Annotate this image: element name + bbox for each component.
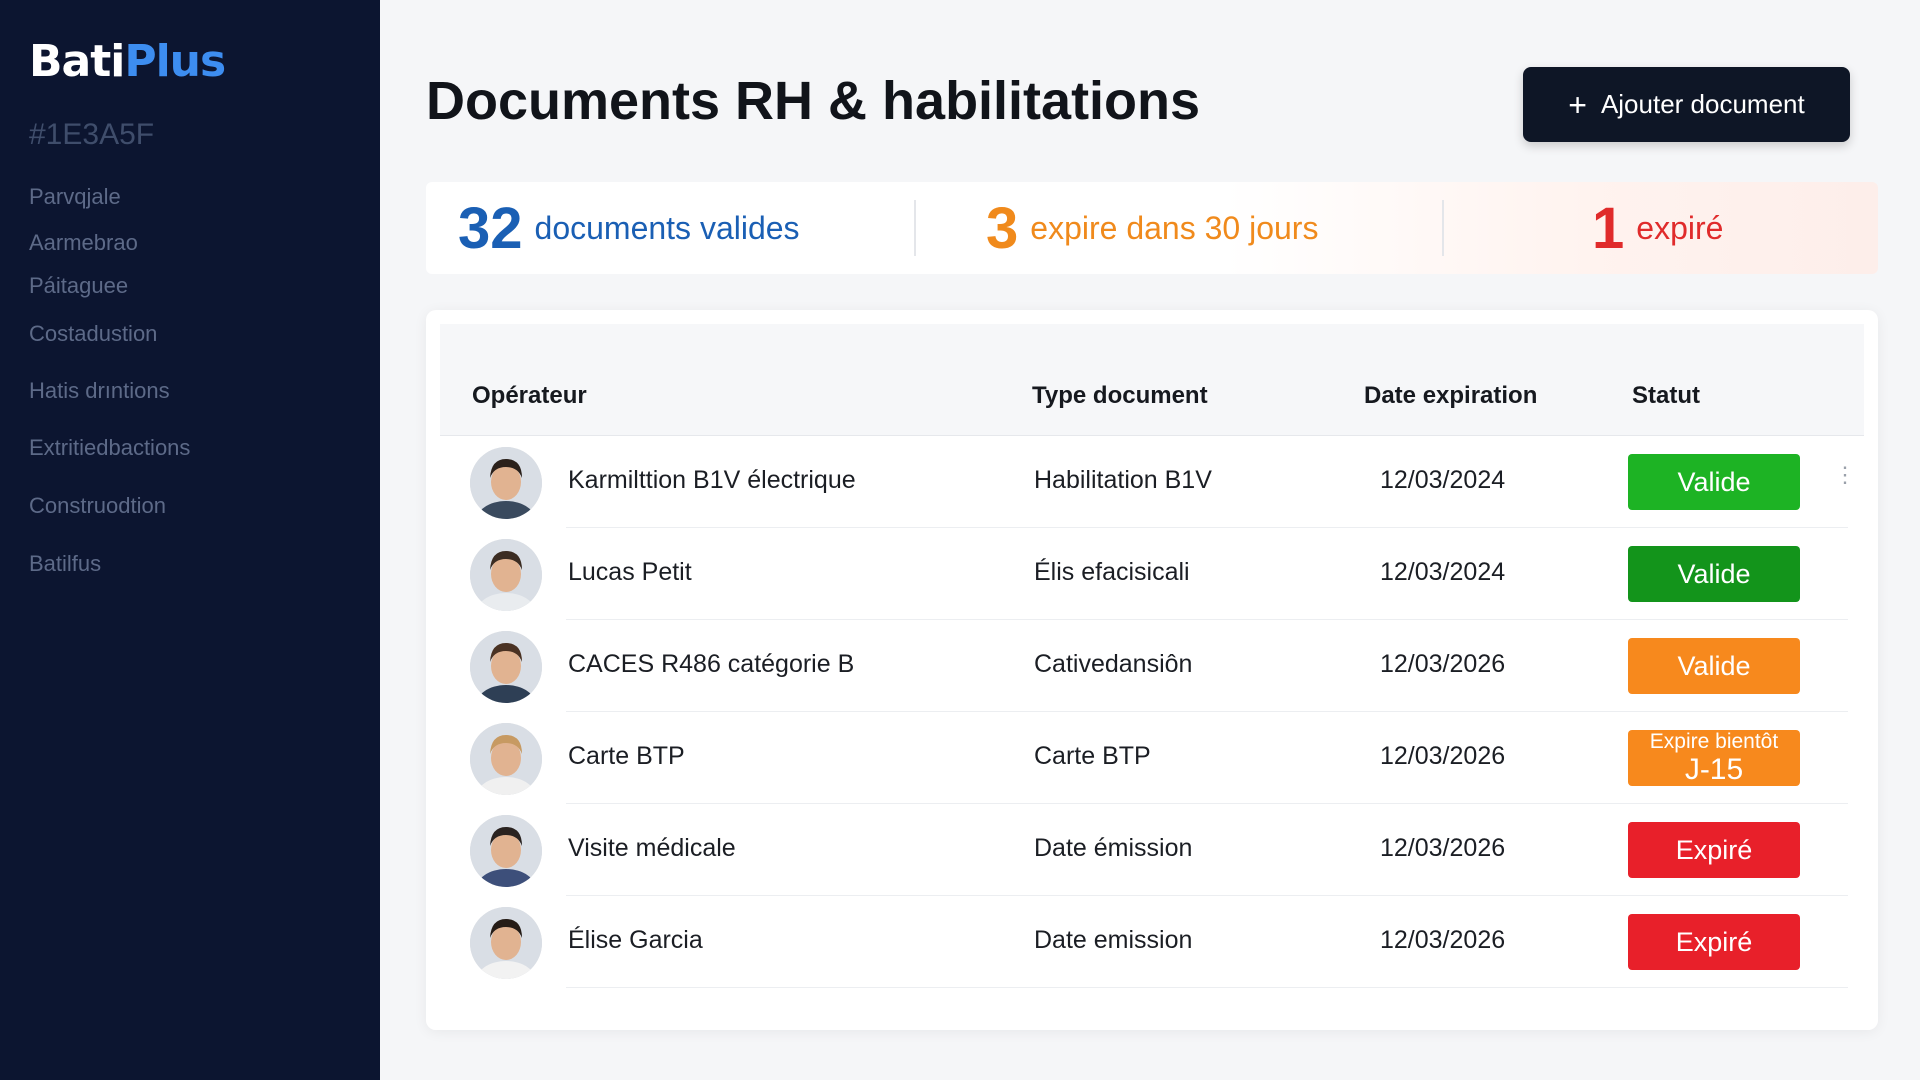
stat-valid-label: documents valides	[534, 209, 800, 246]
avatar-image	[470, 723, 542, 795]
stats-bar: 32 documents valides 3 expire dans 30 jo…	[426, 182, 1878, 274]
stat-expiring-number: 3	[986, 195, 1019, 261]
stat-expired: 1 expiré	[1592, 182, 1723, 274]
status-label: Valide	[1677, 466, 1751, 497]
header-status[interactable]: Statut	[1632, 382, 1700, 410]
status-label: Expiré	[1675, 926, 1753, 957]
documents-table: Opérateur Type document Date expiration …	[426, 310, 1878, 1030]
more-options-icon[interactable]: ⋮	[1834, 462, 1856, 488]
stat-expiring-label: expire dans 30 jours	[1030, 209, 1319, 246]
avatar	[470, 815, 542, 887]
document-type: Date emission	[1034, 926, 1193, 954]
expiration-date: 12/03/2026	[1380, 742, 1506, 770]
table-row[interactable]: Karmilttion B1V électrique Habilitation B…	[426, 436, 1878, 528]
avatar-image	[470, 447, 542, 519]
avatar	[470, 907, 542, 979]
table-header: Opérateur Type document Date expiration …	[440, 324, 1864, 436]
page-title: Documents RH & habilitations	[426, 71, 1201, 131]
document-type: Carte BTP	[1034, 742, 1151, 770]
stat-divider	[914, 200, 916, 256]
table-row[interactable]: CACES R486 catégorie B Cativedansiôn 12/03…	[426, 620, 1878, 712]
logo-text-plus: Plus	[124, 36, 226, 87]
status-label: Valide	[1677, 650, 1751, 681]
header-date[interactable]: Date expiration	[1364, 382, 1537, 410]
stat-valid-number: 32	[458, 195, 523, 261]
add-document-label: Ajouter document	[1600, 89, 1805, 119]
sidebar-item-7[interactable]: Construodtion	[29, 493, 166, 519]
avatar-image	[470, 907, 542, 979]
sidebar-item-1[interactable]: Parvqjale	[29, 184, 121, 210]
operator-name: Karmilttion B1V électrique	[568, 466, 856, 494]
operator-name: Visite médicale	[568, 834, 736, 862]
stat-expired-number: 1	[1592, 195, 1625, 261]
operator-name: Élise Garcia	[568, 926, 703, 954]
stat-expiring: 3 expire dans 30 jours	[986, 182, 1318, 274]
status-label: Valide	[1677, 558, 1751, 589]
avatar	[470, 539, 542, 611]
status-badge[interactable]: Valide	[1628, 454, 1800, 510]
status-badge[interactable]: Expire bientôt J-15	[1628, 730, 1800, 786]
avatar-image	[470, 539, 542, 611]
expiration-date: 12/03/2026	[1380, 926, 1506, 954]
row-divider	[566, 987, 1848, 988]
status-badge[interactable]: Expiré	[1628, 822, 1800, 878]
sidebar-item-8[interactable]: Batilfus	[29, 551, 101, 577]
operator-name: Lucas Petit	[568, 558, 692, 586]
sidebar-item-6[interactable]: Extritiedbactions	[29, 435, 190, 461]
avatar	[470, 723, 542, 795]
avatar-image	[470, 815, 542, 887]
status-badge[interactable]: Expiré	[1628, 914, 1800, 970]
expiration-date: 12/03/2024	[1380, 558, 1506, 586]
expiration-date: 12/03/2026	[1380, 650, 1506, 678]
avatar	[470, 447, 542, 519]
status-label: Expire bientôt	[1649, 729, 1779, 753]
plus-icon: +	[1568, 86, 1587, 123]
stat-expired-label: expiré	[1636, 209, 1724, 246]
operator-name: CACES R486 catégorie B	[568, 650, 855, 678]
sidebar-item-5[interactable]: Hatis drıntions	[29, 378, 170, 404]
sidebar-item-2[interactable]: Aarmebrao	[29, 230, 138, 256]
logo-text-bati: Bati	[29, 36, 125, 87]
status-badge[interactable]: Valide	[1628, 546, 1800, 602]
expiration-date: 12/03/2026	[1380, 834, 1506, 862]
document-type: Date émission	[1034, 834, 1193, 862]
brand-color-label: #1E3A5F	[29, 118, 155, 151]
avatar	[470, 631, 542, 703]
document-type: Cativedansiôn	[1034, 650, 1193, 678]
avatar-image	[470, 631, 542, 703]
document-type: Élis efacisicali	[1034, 558, 1190, 586]
header-type[interactable]: Type document	[1032, 382, 1208, 410]
table-row[interactable]: Élise Garcia Date emission 12/03/2026 Expir…	[426, 896, 1878, 988]
operator-name: Carte BTP	[568, 742, 685, 770]
sidebar: BatiPlus #1E3A5F Parvqjale Aarmebrao Pái…	[0, 0, 380, 1080]
sidebar-item-4[interactable]: Costadustion	[29, 321, 157, 347]
status-label: Expiré	[1675, 834, 1753, 865]
scroll-fade	[426, 990, 1878, 1030]
table-row[interactable]: Lucas Petit Élis efacisicali 12/03/2024 Val…	[426, 528, 1878, 620]
stat-valid: 32 documents valides	[458, 182, 800, 274]
document-type: Habilitation B1V	[1034, 466, 1212, 494]
expiration-date: 12/03/2024	[1380, 466, 1506, 494]
table-row[interactable]: Carte BTP Carte BTP 12/03/2026 Expire bient…	[426, 712, 1878, 804]
app-logo[interactable]: BatiPlus	[29, 36, 226, 87]
stat-divider	[1442, 200, 1444, 256]
status-badge[interactable]: Valide	[1628, 638, 1800, 694]
sidebar-item-3[interactable]: Páitaguee	[29, 273, 128, 299]
add-document-button[interactable]: + Ajouter document	[1523, 67, 1850, 142]
table-row[interactable]: Visite médicale Date émission 12/03/2026 Ex…	[426, 804, 1878, 896]
header-operator[interactable]: Opérateur	[472, 382, 587, 410]
status-countdown: J-15	[1684, 753, 1744, 787]
